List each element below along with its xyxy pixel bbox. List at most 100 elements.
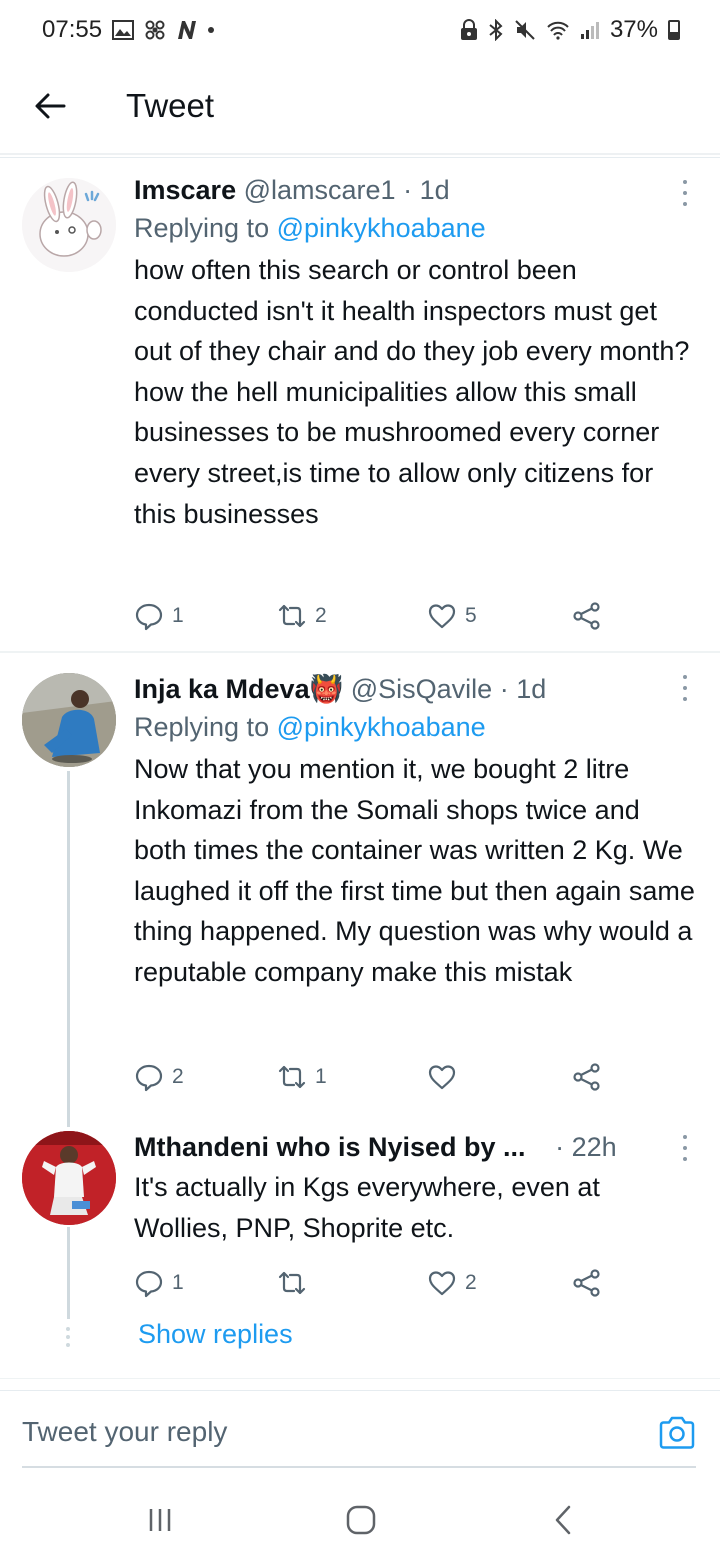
battery-percent: 37% xyxy=(609,16,658,43)
system-nav-bar xyxy=(0,1470,720,1560)
display-name[interactable]: Imscare xyxy=(134,175,236,205)
retweet-count: 1 xyxy=(315,1065,327,1088)
app-header: Tweet xyxy=(0,60,720,152)
reply-composer: Tweet your reply xyxy=(0,1390,720,1470)
reply-button[interactable]: 1 xyxy=(134,1268,184,1298)
dot-icon xyxy=(208,27,215,33)
retweet-button[interactable]: 1 xyxy=(277,1062,327,1092)
reply-count: 1 xyxy=(172,1271,184,1294)
replying-mention-link[interactable]: @pinkykhoabane xyxy=(277,712,486,742)
chevron-left-icon xyxy=(555,1505,571,1535)
more-options-button[interactable] xyxy=(680,675,690,701)
show-replies-link[interactable]: Show replies xyxy=(138,1319,293,1350)
heart-icon xyxy=(428,1271,456,1296)
gallery-icon xyxy=(112,20,135,40)
tweet-item[interactable]: Imscare @lamscare1 · 1d Replying to @pin… xyxy=(0,158,720,652)
tweet-time: · 1d xyxy=(403,175,450,205)
more-options-button[interactable] xyxy=(680,1135,690,1161)
replying-to-line: Replying to @pinkykhoabane xyxy=(134,208,696,248)
camera-button[interactable] xyxy=(658,1414,696,1452)
system-back-button[interactable] xyxy=(543,1500,583,1540)
tweet-meta: Mthandeni who is Nyised by ... · 22h xyxy=(134,1129,696,1165)
retweet-icon xyxy=(278,1271,306,1295)
lock-icon xyxy=(460,19,478,41)
mute-icon xyxy=(514,19,536,41)
reply-input[interactable]: Tweet your reply xyxy=(22,1416,227,1448)
tweet-item[interactable]: Inja ka Mdeva👹 @SisQavile · 1d Replying … xyxy=(0,653,720,1117)
avatar[interactable] xyxy=(22,673,116,767)
replying-to-line: Replying to @pinkykhoabane xyxy=(134,707,696,747)
share-icon xyxy=(573,1269,600,1297)
avatar[interactable] xyxy=(22,178,116,272)
share-button[interactable] xyxy=(572,1268,602,1298)
tweet-meta: Imscare @lamscare1 · 1d xyxy=(134,172,696,208)
tweet-time: · 22h xyxy=(555,1132,617,1162)
header-divider xyxy=(0,153,720,155)
heart-icon xyxy=(428,604,456,629)
signal-icon xyxy=(580,20,600,40)
like-count: 2 xyxy=(465,1271,477,1294)
n-icon xyxy=(176,20,198,40)
display-name[interactable]: Mthandeni who is Nyised by ... xyxy=(134,1132,526,1162)
replying-mention-link[interactable]: @pinkykhoabane xyxy=(277,213,486,243)
retweet-count: 2 xyxy=(315,604,327,627)
replying-prefix: Replying to xyxy=(134,712,270,742)
more-options-button[interactable] xyxy=(680,180,690,206)
reply-button[interactable]: 1 xyxy=(134,601,184,631)
share-icon xyxy=(573,1063,600,1091)
thread-divider xyxy=(0,1378,720,1379)
home-button[interactable] xyxy=(341,1500,381,1540)
heart-icon xyxy=(428,1065,456,1090)
user-handle[interactable]: @SisQavile xyxy=(351,674,492,704)
user-handle[interactable]: @lamscare1 xyxy=(244,175,396,205)
replying-prefix: Replying to xyxy=(134,213,270,243)
status-time: 07:55 xyxy=(42,16,103,43)
wifi-icon xyxy=(546,20,570,40)
battery-icon xyxy=(668,20,680,40)
tweet-text: how often this search or control been co… xyxy=(134,255,690,529)
back-button[interactable] xyxy=(22,78,78,134)
display-name[interactable]: Inja ka Mdeva xyxy=(134,674,310,704)
tweet-actions: 2 1 xyxy=(134,1057,614,1097)
share-icon xyxy=(573,602,600,630)
reply-count: 2 xyxy=(172,1065,184,1088)
tweet-actions: 1 2 xyxy=(134,1263,614,1303)
home-icon xyxy=(346,1505,376,1535)
reply-icon xyxy=(135,1064,163,1092)
back-arrow-icon xyxy=(35,93,66,119)
retweet-icon xyxy=(278,604,306,628)
like-button[interactable] xyxy=(427,1062,465,1092)
like-button[interactable]: 5 xyxy=(427,601,477,631)
reply-button[interactable]: 2 xyxy=(134,1062,184,1092)
thread-connector-line xyxy=(67,1113,70,1127)
tweet-actions: 1 2 5 xyxy=(134,596,614,636)
avatar[interactable] xyxy=(22,1131,116,1225)
name-emoji: 👹 xyxy=(309,674,344,704)
reply-icon xyxy=(135,603,163,631)
retweet-button[interactable] xyxy=(277,1268,315,1298)
recent-apps-button[interactable] xyxy=(140,1500,180,1540)
page-title: Tweet xyxy=(126,87,215,124)
tweet-text: Now that you mention it, we bought 2 lit… xyxy=(134,754,695,987)
tweet-meta: Inja ka Mdeva👹 @SisQavile · 1d xyxy=(134,671,696,707)
thread-connector-line xyxy=(67,771,70,1117)
share-button[interactable] xyxy=(572,1062,602,1092)
tweet-text: It's actually in Kgs everywhere, even at… xyxy=(134,1172,600,1243)
reply-icon xyxy=(135,1270,163,1298)
retweet-button[interactable]: 2 xyxy=(277,601,327,631)
thread-connector-line xyxy=(67,1227,70,1319)
thread-continuation-dots xyxy=(66,1327,71,1347)
tweet-item[interactable]: Mthandeni who is Nyised by ... · 22h It'… xyxy=(0,1113,720,1383)
share-button[interactable] xyxy=(572,601,602,631)
like-button[interactable]: 2 xyxy=(427,1268,477,1298)
status-bar: 07:55 37% xyxy=(0,0,720,60)
like-count: 5 xyxy=(465,604,477,627)
retweet-icon xyxy=(278,1065,306,1089)
bluetooth-icon xyxy=(488,19,504,41)
tweet-time: · 1d xyxy=(499,674,547,704)
recent-apps-icon xyxy=(149,1509,171,1531)
composer-underline xyxy=(22,1466,696,1468)
reply-count: 1 xyxy=(172,604,184,627)
pinwheel-icon xyxy=(144,19,166,41)
camera-icon xyxy=(659,1416,695,1449)
